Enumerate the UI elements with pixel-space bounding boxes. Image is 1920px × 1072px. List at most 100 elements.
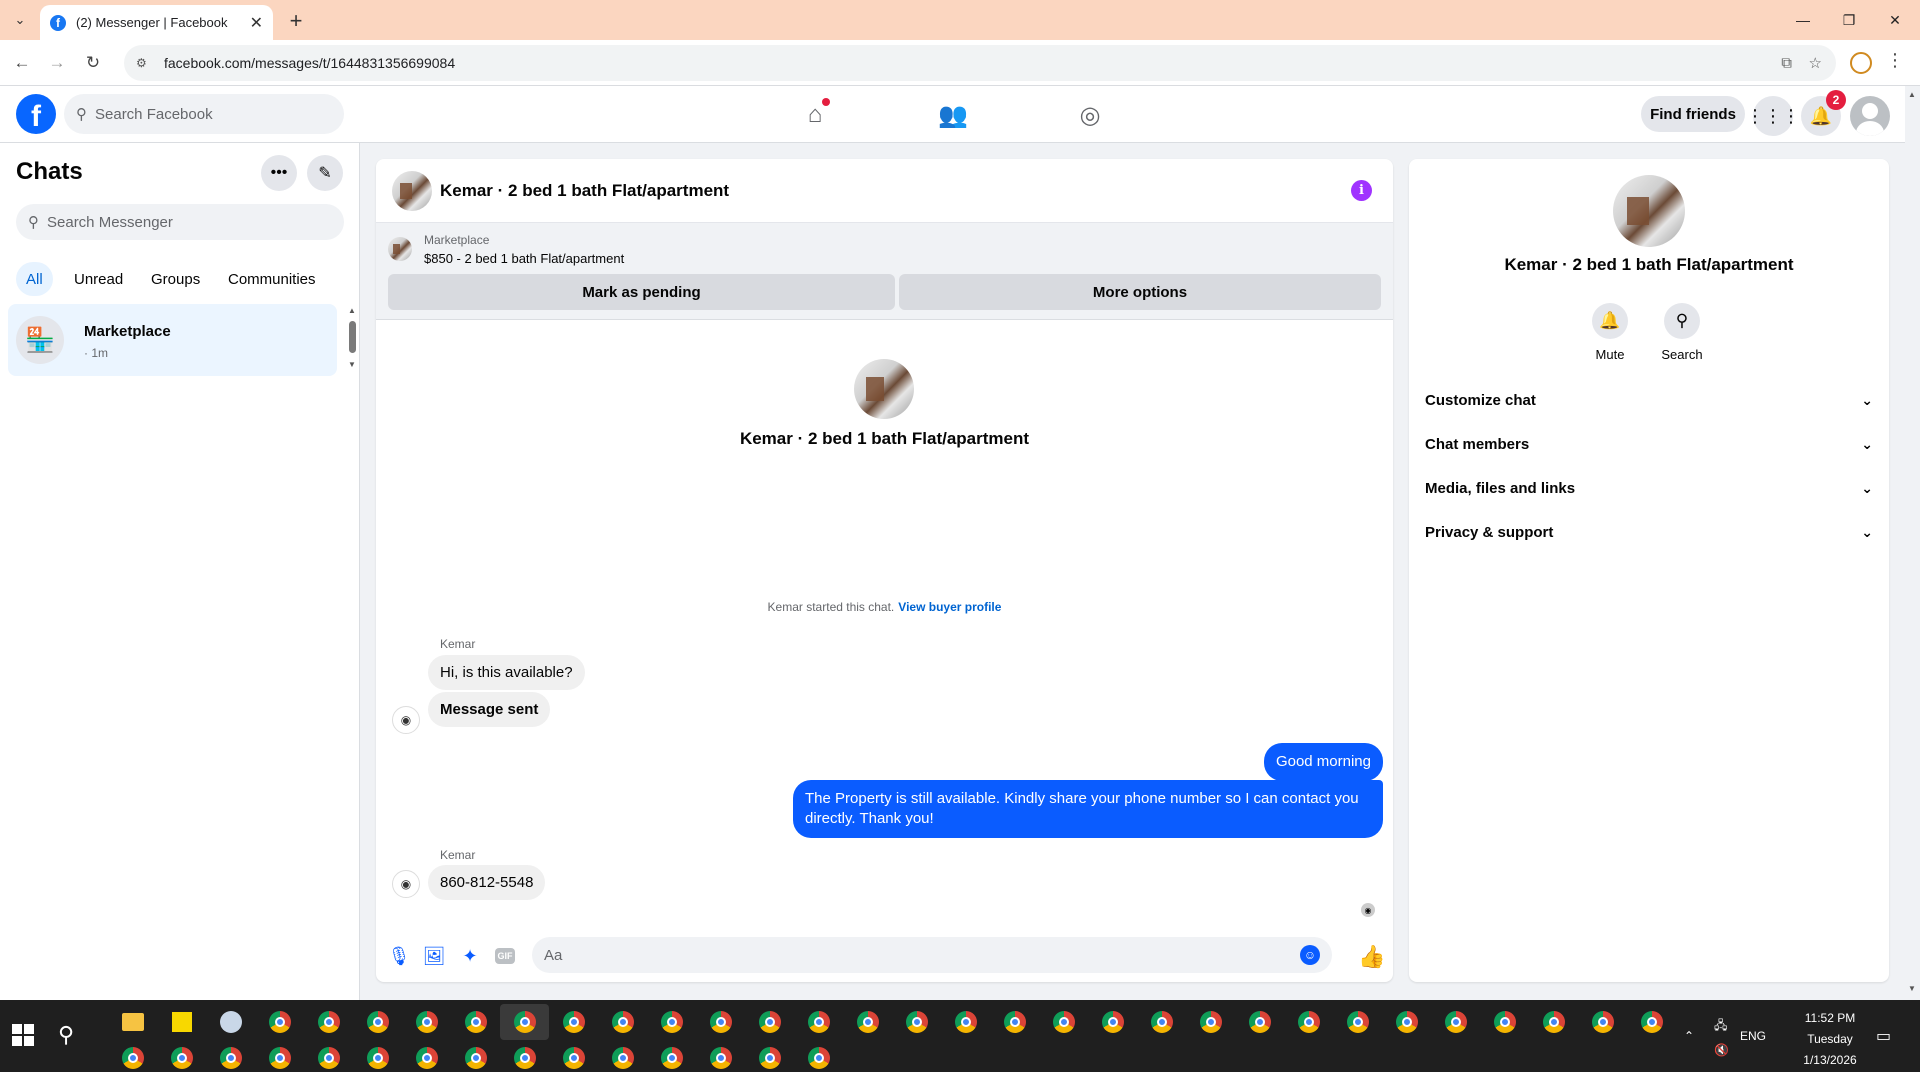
taskbar-search-icon[interactable]: ⚲ (58, 1022, 74, 1048)
search-in-conversation-button[interactable]: ⚲ Search (1652, 303, 1712, 362)
chrome-window-icon[interactable] (451, 1040, 500, 1072)
groups-icon[interactable]: ◎ (1073, 98, 1107, 132)
chrome-window-icon[interactable] (794, 1004, 843, 1040)
more-options-button[interactable]: More options (899, 274, 1381, 310)
chrome-window-icon[interactable] (1578, 1004, 1627, 1040)
listing-price-title[interactable]: $850 - 2 bed 1 bath Flat/apartment (424, 251, 624, 266)
chrome-window-icon[interactable] (1284, 1004, 1333, 1040)
customize-chat-section[interactable]: Customize chat ⌄ (1425, 378, 1873, 422)
scroll-down-arrow-icon[interactable]: ▼ (348, 360, 356, 369)
scroll-up-arrow-icon[interactable]: ▲ (348, 306, 356, 315)
window-close-icon[interactable]: ✕ (1872, 0, 1918, 40)
info-icon[interactable]: i (1351, 180, 1372, 201)
chrome-window-icon[interactable] (1627, 1004, 1676, 1040)
page-scroll-up-icon[interactable]: ▲ (1908, 90, 1916, 99)
chrome-window-icon[interactable] (745, 1004, 794, 1040)
chrome-window-icon[interactable] (1137, 1004, 1186, 1040)
chrome-window-icon[interactable] (500, 1004, 549, 1040)
find-friends-button[interactable]: Find friends (1641, 96, 1745, 132)
chrome-window-icon[interactable] (255, 1040, 304, 1072)
minimize-icon[interactable]: — (1780, 0, 1826, 40)
incoming-message[interactable]: Hi, is this available? (428, 655, 585, 690)
chrome-window-icon[interactable] (598, 1004, 647, 1040)
forward-arrow-icon[interactable]: → (44, 50, 70, 76)
chrome-window-icon[interactable] (647, 1040, 696, 1072)
new-message-icon[interactable]: ✎ (307, 155, 343, 191)
conversation-avatar[interactable] (392, 171, 432, 211)
chrome-window-icon[interactable] (892, 1004, 941, 1040)
facebook-search-input[interactable]: ⚲ Search Facebook (64, 94, 344, 134)
filter-unread[interactable]: Unread (64, 262, 133, 296)
thumbs-up-icon[interactable]: 👍 (1358, 944, 1385, 970)
bookmark-star-icon[interactable]: ☆ (1809, 54, 1822, 72)
chrome-window-icon[interactable] (598, 1040, 647, 1072)
site-settings-icon[interactable]: ⚙ (136, 56, 154, 70)
chrome-window-icon[interactable] (745, 1040, 794, 1072)
chrome-window-icon[interactable] (1333, 1004, 1382, 1040)
back-arrow-icon[interactable]: ← (9, 50, 35, 76)
chrome-window-icon[interactable] (1039, 1004, 1088, 1040)
facebook-logo-icon[interactable]: f (16, 94, 56, 134)
chrome-window-icon[interactable] (402, 1040, 451, 1072)
microphone-icon[interactable]: 🎙 (388, 945, 411, 967)
menu-grid-icon[interactable]: ⋮⋮⋮ (1746, 96, 1800, 136)
outgoing-message[interactable]: The Property is still available. Kindly … (793, 780, 1383, 838)
install-app-icon[interactable]: ⧉ (1781, 55, 1792, 72)
new-tab-plus-icon[interactable]: + (283, 8, 309, 34)
chat-options-icon[interactable]: ••• (261, 155, 297, 191)
home-icon[interactable]: ⌂ (798, 98, 832, 132)
tab-search-chevron-icon[interactable]: ⌄ (8, 8, 32, 32)
chat-list-scrollbar[interactable] (349, 321, 356, 353)
chrome-window-icon[interactable] (549, 1040, 598, 1072)
chat-list-item[interactable]: 🏪 Marketplace · 1m (8, 304, 337, 376)
message-input[interactable]: Aa ☺ (532, 937, 1332, 973)
address-bar[interactable]: ⚙ facebook.com/messages/t/16448313566990… (124, 45, 1836, 81)
windows-start-icon[interactable] (12, 1024, 34, 1046)
close-tab-icon[interactable]: ✕ (250, 13, 263, 33)
sender-avatar[interactable]: ◉ (392, 706, 420, 734)
privacy-support-section[interactable]: Privacy & support ⌄ (1425, 510, 1873, 554)
chrome-window-icon[interactable] (353, 1040, 402, 1072)
chrome-window-icon[interactable] (451, 1004, 500, 1040)
chrome-window-icon[interactable] (1186, 1004, 1235, 1040)
emoji-icon[interactable]: ☺ (1300, 945, 1320, 965)
chrome-window-icon[interactable] (304, 1004, 353, 1040)
chrome-window-icon[interactable] (1480, 1004, 1529, 1040)
sticker-icon[interactable]: ✦ (459, 945, 481, 967)
details-avatar[interactable] (1613, 175, 1685, 247)
filter-groups[interactable]: Groups (141, 262, 210, 296)
chrome-window-icon[interactable] (157, 1040, 206, 1072)
language-indicator[interactable]: ENG (1740, 1000, 1766, 1072)
friends-icon[interactable]: 👥 (936, 98, 970, 132)
messenger-search-input[interactable]: ⚲ Search Messenger (16, 204, 344, 240)
view-buyer-profile-link[interactable]: View buyer profile (898, 600, 1001, 614)
paint-icon[interactable] (206, 1004, 255, 1040)
mute-button[interactable]: 🔔 Mute (1580, 303, 1640, 362)
conversation-title[interactable]: Kemar · 2 bed 1 bath Flat/apartment (440, 181, 729, 201)
sticky-notes-icon[interactable] (157, 1004, 206, 1040)
chrome-window-icon[interactable] (794, 1040, 843, 1072)
browser-menu-icon[interactable]: ⋮ (1886, 50, 1904, 71)
sender-avatar[interactable]: ◉ (392, 870, 420, 898)
outgoing-message[interactable]: Good morning (1263, 743, 1383, 781)
gif-icon[interactable]: GIF (495, 948, 515, 964)
show-hidden-icons-icon[interactable]: ⌃ (1684, 1000, 1694, 1072)
chat-members-section[interactable]: Chat members ⌄ (1425, 422, 1873, 466)
page-scroll-down-icon[interactable]: ▼ (1908, 984, 1916, 993)
chrome-window-icon[interactable] (1431, 1004, 1480, 1040)
file-explorer-icon[interactable] (108, 1004, 157, 1040)
restore-icon[interactable]: ❐ (1826, 0, 1872, 40)
chrome-window-icon[interactable] (696, 1004, 745, 1040)
volume-muted-icon[interactable]: 🔇 (1714, 1014, 1729, 1072)
chrome-window-icon[interactable] (255, 1004, 304, 1040)
reload-icon[interactable]: ↻ (80, 50, 106, 76)
chrome-window-icon[interactable] (108, 1040, 157, 1072)
media-files-links-section[interactable]: Media, files and links ⌄ (1425, 466, 1873, 510)
taskbar-clock[interactable]: 11:52 PM Tuesday 1/13/2026 (1790, 1008, 1870, 1071)
chrome-window-icon[interactable] (1235, 1004, 1284, 1040)
chrome-window-icon[interactable] (1088, 1004, 1137, 1040)
chrome-window-icon[interactable] (843, 1004, 892, 1040)
mark-as-pending-button[interactable]: Mark as pending (388, 274, 895, 310)
chrome-window-icon[interactable] (696, 1040, 745, 1072)
chrome-window-icon[interactable] (1382, 1004, 1431, 1040)
